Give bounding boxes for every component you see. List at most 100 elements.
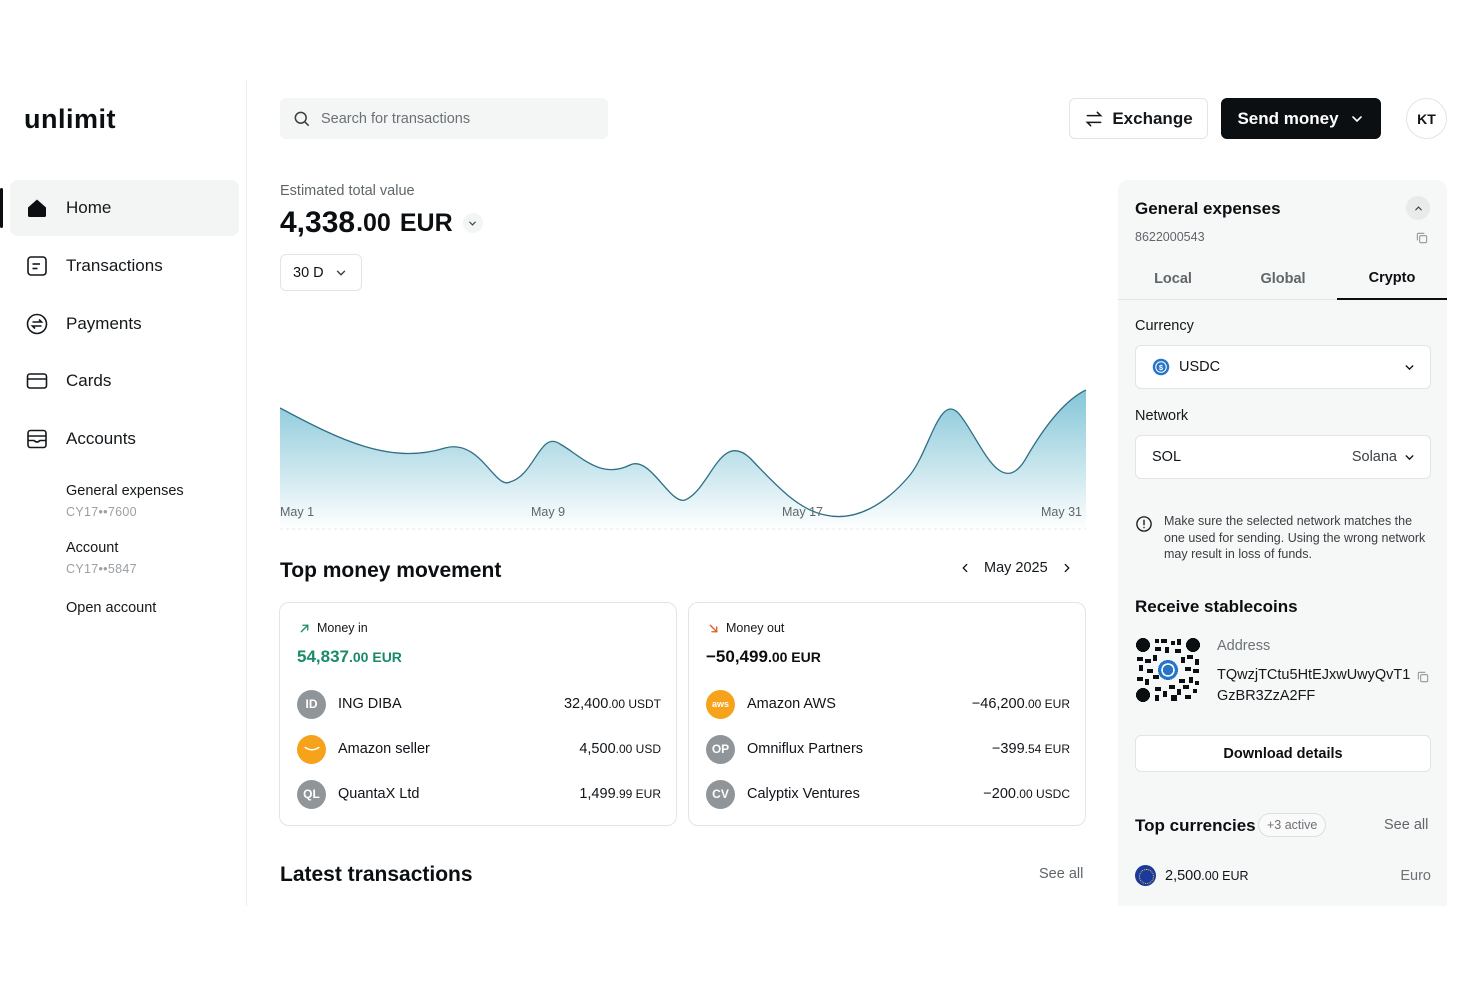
money-in-header: Money in bbox=[298, 621, 368, 635]
sidebar-item-transactions[interactable]: Transactions bbox=[10, 238, 239, 294]
arrow-up-right-icon bbox=[300, 624, 309, 632]
estimated-total-label: Estimated total value bbox=[280, 183, 415, 199]
sidebar-item-accounts[interactable]: Accounts bbox=[10, 411, 239, 467]
money-out-total: −50,499.00 EUR bbox=[706, 647, 821, 667]
tab-global[interactable]: Global bbox=[1228, 258, 1338, 300]
money-out-card[interactable]: Money out −50,499.00 EUR aws Amazon AWS … bbox=[688, 602, 1086, 826]
copy-icon[interactable] bbox=[1416, 670, 1430, 684]
amount-decimals: .00 EUR bbox=[1024, 697, 1070, 711]
amount-decimals: .99 EUR bbox=[615, 787, 661, 801]
sidebar-item-home[interactable]: Home bbox=[0, 180, 239, 236]
chevron-right-icon[interactable] bbox=[1060, 561, 1074, 575]
amount-integer: −46,200 bbox=[971, 696, 1025, 712]
month-navigator: May 2025 bbox=[958, 560, 1074, 576]
row-amount: 1,499.99 EUR bbox=[579, 786, 661, 802]
counterparty-avatar: OP bbox=[706, 734, 735, 764]
period-selector[interactable]: 30 D bbox=[280, 254, 362, 291]
current-month: May 2025 bbox=[984, 560, 1048, 576]
total-decimals: .00 bbox=[356, 208, 391, 237]
latest-transactions-see-all[interactable]: See all bbox=[1039, 866, 1083, 882]
amount-decimals: .00 USD bbox=[615, 742, 661, 756]
wallet-icon bbox=[27, 429, 47, 449]
network-name: Solana bbox=[1351, 449, 1397, 465]
money-in-row[interactable]: ID ING DIBA 32,400.00 USDT bbox=[297, 689, 661, 719]
search-icon bbox=[294, 111, 310, 126]
counterparty-avatar: CV bbox=[706, 779, 735, 809]
period-value: 30 D bbox=[293, 264, 324, 281]
chevron-down-icon bbox=[1351, 115, 1362, 122]
account-name: General expenses bbox=[66, 483, 184, 499]
info-circle-icon bbox=[1136, 516, 1152, 532]
currency-label: Currency bbox=[1135, 318, 1194, 334]
sidebar-item-label: Home bbox=[66, 198, 112, 217]
money-out-total-decimals: .00 EUR bbox=[767, 649, 821, 665]
amazon-logo-icon bbox=[297, 734, 326, 764]
sidebar-item-label: Accounts bbox=[66, 429, 136, 448]
user-avatar[interactable]: KT bbox=[1406, 98, 1447, 139]
chart-tick-label: May 17 bbox=[782, 505, 823, 519]
account-name: Account bbox=[66, 540, 119, 556]
chart-tick-label: May 31 bbox=[1041, 505, 1082, 519]
search-bar[interactable] bbox=[280, 98, 608, 139]
account-details-panel: General expenses 8622000543 Local Global… bbox=[1118, 180, 1447, 906]
counterparty-avatar: ID bbox=[297, 689, 326, 719]
network-warning: Make sure the selected network matches t… bbox=[1135, 513, 1435, 563]
top-currencies-see-all[interactable]: See all bbox=[1384, 817, 1428, 833]
total-currency: EUR bbox=[399, 208, 453, 237]
brand-logo[interactable]: unlimit bbox=[24, 104, 116, 135]
chevron-down-icon bbox=[1405, 454, 1414, 460]
money-in-row[interactable]: Amazon seller 4,500.00 USD bbox=[297, 734, 661, 764]
active-currencies-badge: +3 active bbox=[1258, 813, 1327, 837]
app-window: unlimit Home Transactions Payments Cards… bbox=[0, 80, 1480, 906]
copy-icon[interactable] bbox=[1415, 231, 1429, 245]
account-id: CY17••7600 bbox=[66, 505, 137, 519]
search-input[interactable] bbox=[321, 110, 591, 127]
amount-decimals: .00 EUR bbox=[1201, 868, 1249, 883]
sidebar-item-cards[interactable]: Cards bbox=[10, 353, 239, 409]
receive-stablecoins-title: Receive stablecoins bbox=[1135, 597, 1298, 616]
sidebar-item-label: Transactions bbox=[66, 256, 163, 275]
money-in-card[interactable]: Money in 54,837.00 EUR ID ING DIBA 32,40… bbox=[279, 602, 677, 826]
row-amount: 4,500.00 USD bbox=[579, 741, 661, 757]
money-out-label: Money out bbox=[726, 621, 785, 635]
counterparty-name: Calyptix Ventures bbox=[747, 786, 860, 802]
tab-local[interactable]: Local bbox=[1118, 258, 1228, 300]
send-money-button[interactable]: Send money bbox=[1221, 98, 1381, 139]
currency-name: Euro bbox=[1400, 867, 1431, 884]
address-label: Address bbox=[1217, 638, 1271, 654]
money-out-header: Money out bbox=[707, 621, 784, 635]
counterparty-name: ING DIBA bbox=[338, 696, 402, 712]
balance-area-chart bbox=[280, 341, 1086, 530]
money-out-row[interactable]: aws Amazon AWS −46,200.00 EUR bbox=[706, 689, 1070, 719]
sidebar-account-account[interactable]: Account CY17••5847 bbox=[66, 540, 137, 576]
warning-text: Make sure the selected network matches t… bbox=[1164, 514, 1426, 561]
sidebar-account-general-expenses[interactable]: General expenses CY17••7600 bbox=[66, 483, 184, 519]
money-in-row[interactable]: QL QuantaX Ltd 1,499.99 EUR bbox=[297, 779, 661, 809]
arrow-down-right-icon bbox=[709, 624, 718, 632]
amount-integer: 2,500 bbox=[1165, 867, 1202, 884]
total-integer: 4,338 bbox=[280, 206, 356, 239]
estimated-total-value: 4,338 .00 EUR bbox=[280, 206, 483, 240]
chevron-up-icon bbox=[1414, 205, 1422, 210]
currency-dropdown-toggle[interactable] bbox=[462, 213, 483, 233]
eu-flag-icon bbox=[1135, 865, 1156, 886]
money-out-row[interactable]: OP Omniflux Partners −399.54 EUR bbox=[706, 734, 1070, 764]
download-details-button[interactable]: Download details bbox=[1135, 735, 1431, 772]
counterparty-name: QuantaX Ltd bbox=[338, 786, 420, 802]
sidebar-item-payments[interactable]: Payments bbox=[10, 296, 239, 352]
network-code: SOL bbox=[1152, 449, 1182, 465]
money-out-row[interactable]: CV Calyptix Ventures −200.00 USDC bbox=[706, 779, 1070, 809]
card-icon bbox=[26, 373, 48, 389]
amount-decimals: .00 USDC bbox=[1015, 787, 1070, 801]
currency-select[interactable]: $ USDC bbox=[1135, 345, 1431, 389]
chevron-down-icon bbox=[336, 270, 345, 276]
tab-crypto[interactable]: Crypto bbox=[1337, 258, 1447, 300]
swap-circle-icon bbox=[26, 313, 48, 335]
currency-row[interactable]: 2,500.00 EUR Euro bbox=[1135, 865, 1431, 886]
chevron-left-icon[interactable] bbox=[958, 561, 972, 575]
network-select[interactable]: SOL Solana bbox=[1135, 435, 1431, 479]
panel-title: General expenses bbox=[1135, 199, 1281, 218]
exchange-button[interactable]: Exchange bbox=[1069, 98, 1208, 139]
collapse-button[interactable] bbox=[1406, 196, 1430, 220]
open-account-link[interactable]: Open account bbox=[66, 600, 156, 616]
